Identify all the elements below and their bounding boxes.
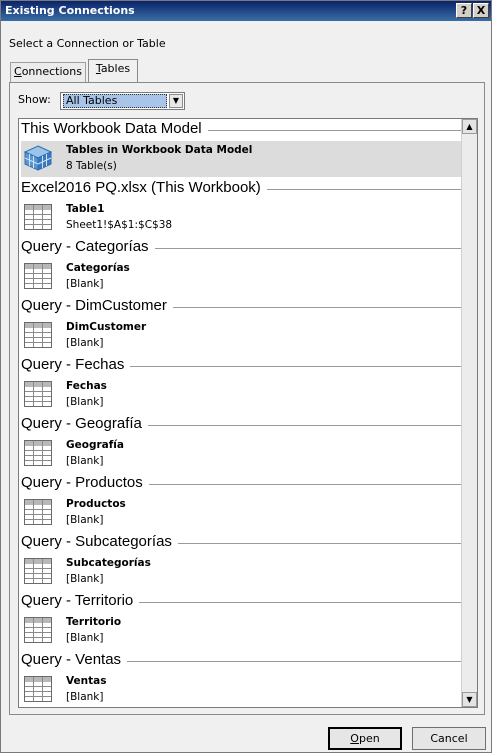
item-description: [Blank] bbox=[66, 514, 104, 526]
tab-connections-label: onnections bbox=[21, 65, 82, 78]
list-item[interactable]: Categorías [Blank] bbox=[21, 259, 461, 295]
item-name: Table1 bbox=[66, 203, 105, 215]
table-icon bbox=[24, 617, 52, 643]
group-title: This Workbook Data Model bbox=[21, 120, 208, 137]
list-item[interactable]: Table1 Sheet1!$A$1:$C$38 bbox=[21, 200, 461, 236]
list-item[interactable]: Territorio [Blank] bbox=[21, 613, 461, 649]
item-description: [Blank] bbox=[66, 455, 104, 467]
group-header: Query - Ventas bbox=[21, 650, 461, 672]
close-button[interactable]: X bbox=[473, 3, 489, 18]
item-name: DimCustomer bbox=[66, 321, 147, 333]
table-icon bbox=[24, 499, 52, 525]
item-description: [Blank] bbox=[66, 396, 104, 408]
table-icon bbox=[24, 381, 52, 407]
item-description: [Blank] bbox=[66, 691, 104, 703]
existing-connections-dialog: Existing Connections ? X Select a Connec… bbox=[0, 0, 492, 753]
table-icon bbox=[24, 558, 52, 584]
tables-tab-panel: Show: All Tables ▼ This Workbook Data Mo… bbox=[9, 82, 485, 715]
group-header: Query - DimCustomer bbox=[21, 296, 461, 318]
group-title: Query - Productos bbox=[21, 474, 149, 491]
group-header: This Workbook Data Model bbox=[21, 119, 461, 141]
item-name: Ventas bbox=[66, 675, 107, 687]
open-button[interactable]: Open bbox=[328, 727, 402, 750]
open-button-label: pen bbox=[358, 732, 380, 745]
item-name: Geografía bbox=[66, 439, 124, 451]
item-name: Territorio bbox=[66, 616, 122, 628]
dialog-subtitle: Select a Connection or Table bbox=[9, 37, 166, 50]
item-name: Subcategorías bbox=[66, 557, 151, 569]
table-icon bbox=[24, 263, 52, 289]
tab-connections[interactable]: Connections bbox=[10, 62, 86, 82]
table-icon bbox=[24, 204, 52, 230]
group-title: Query - Fechas bbox=[21, 356, 131, 373]
list-item[interactable]: Subcategorías [Blank] bbox=[21, 554, 461, 590]
item-description: [Blank] bbox=[66, 632, 104, 644]
item-name: Productos bbox=[66, 498, 126, 510]
tables-listbox[interactable]: This Workbook Data Model Tables in Workbo… bbox=[18, 118, 478, 708]
dropdown-arrow-icon[interactable]: ▼ bbox=[169, 94, 183, 108]
group-header: Query - Fechas bbox=[21, 355, 461, 377]
table-icon bbox=[24, 440, 52, 466]
open-button-accel: O bbox=[350, 732, 359, 745]
group-header: Excel2016 PQ.xlsx (This Workbook) bbox=[21, 178, 461, 200]
item-description: [Blank] bbox=[66, 337, 104, 349]
data-model-cube-icon bbox=[23, 145, 53, 171]
list-item[interactable]: Fechas [Blank] bbox=[21, 377, 461, 413]
group-title: Query - Territorio bbox=[21, 592, 140, 609]
item-name: Fechas bbox=[66, 380, 107, 392]
list-item[interactable]: DimCustomer [Blank] bbox=[21, 318, 461, 354]
title-bar[interactable]: Existing Connections ? X bbox=[1, 1, 491, 21]
list-item[interactable]: Tables in Workbook Data Model 8 Table(s) bbox=[21, 141, 461, 177]
group-title: Query - Categorías bbox=[21, 238, 155, 255]
item-description: 8 Table(s) bbox=[66, 160, 117, 172]
scroll-down-icon[interactable]: ▼ bbox=[462, 692, 477, 707]
table-icon bbox=[24, 676, 52, 702]
list-item[interactable]: Productos [Blank] bbox=[21, 495, 461, 531]
show-label: Show: bbox=[18, 93, 51, 106]
item-name: Categorías bbox=[66, 262, 130, 274]
item-description: [Blank] bbox=[66, 278, 104, 290]
list-item[interactable]: Ventas [Blank] bbox=[21, 672, 461, 707]
item-description: Sheet1!$A$1:$C$38 bbox=[66, 219, 173, 231]
group-header: Query - Categorías bbox=[21, 237, 461, 259]
group-title: Excel2016 PQ.xlsx (This Workbook) bbox=[21, 179, 267, 196]
group-title: Query - Geografía bbox=[21, 415, 148, 432]
tab-tables[interactable]: Tables bbox=[88, 59, 138, 82]
group-title: Query - Subcategorías bbox=[21, 533, 178, 550]
table-icon bbox=[24, 322, 52, 348]
group-title: Query - Ventas bbox=[21, 651, 128, 668]
scroll-up-icon[interactable]: ▲ bbox=[462, 119, 477, 134]
vertical-scrollbar[interactable]: ▲ ▼ bbox=[461, 119, 477, 707]
show-dropdown[interactable]: All Tables ▼ bbox=[60, 92, 185, 110]
group-header: Query - Subcategorías bbox=[21, 532, 461, 554]
group-title: Query - DimCustomer bbox=[21, 297, 173, 314]
cancel-button[interactable]: Cancel bbox=[412, 727, 486, 750]
help-button[interactable]: ? bbox=[456, 3, 472, 18]
list-item[interactable]: Geografía [Blank] bbox=[21, 436, 461, 472]
tab-connections-accel: C bbox=[14, 65, 22, 78]
window-title: Existing Connections bbox=[5, 4, 135, 17]
group-header: Query - Geografía bbox=[21, 414, 461, 436]
tab-tables-label: ables bbox=[100, 62, 131, 75]
group-header: Query - Productos bbox=[21, 473, 461, 495]
item-description: [Blank] bbox=[66, 573, 104, 585]
item-name: Tables in Workbook Data Model bbox=[66, 144, 253, 156]
show-dropdown-value: All Tables bbox=[63, 94, 167, 108]
group-header: Query - Territorio bbox=[21, 591, 461, 613]
